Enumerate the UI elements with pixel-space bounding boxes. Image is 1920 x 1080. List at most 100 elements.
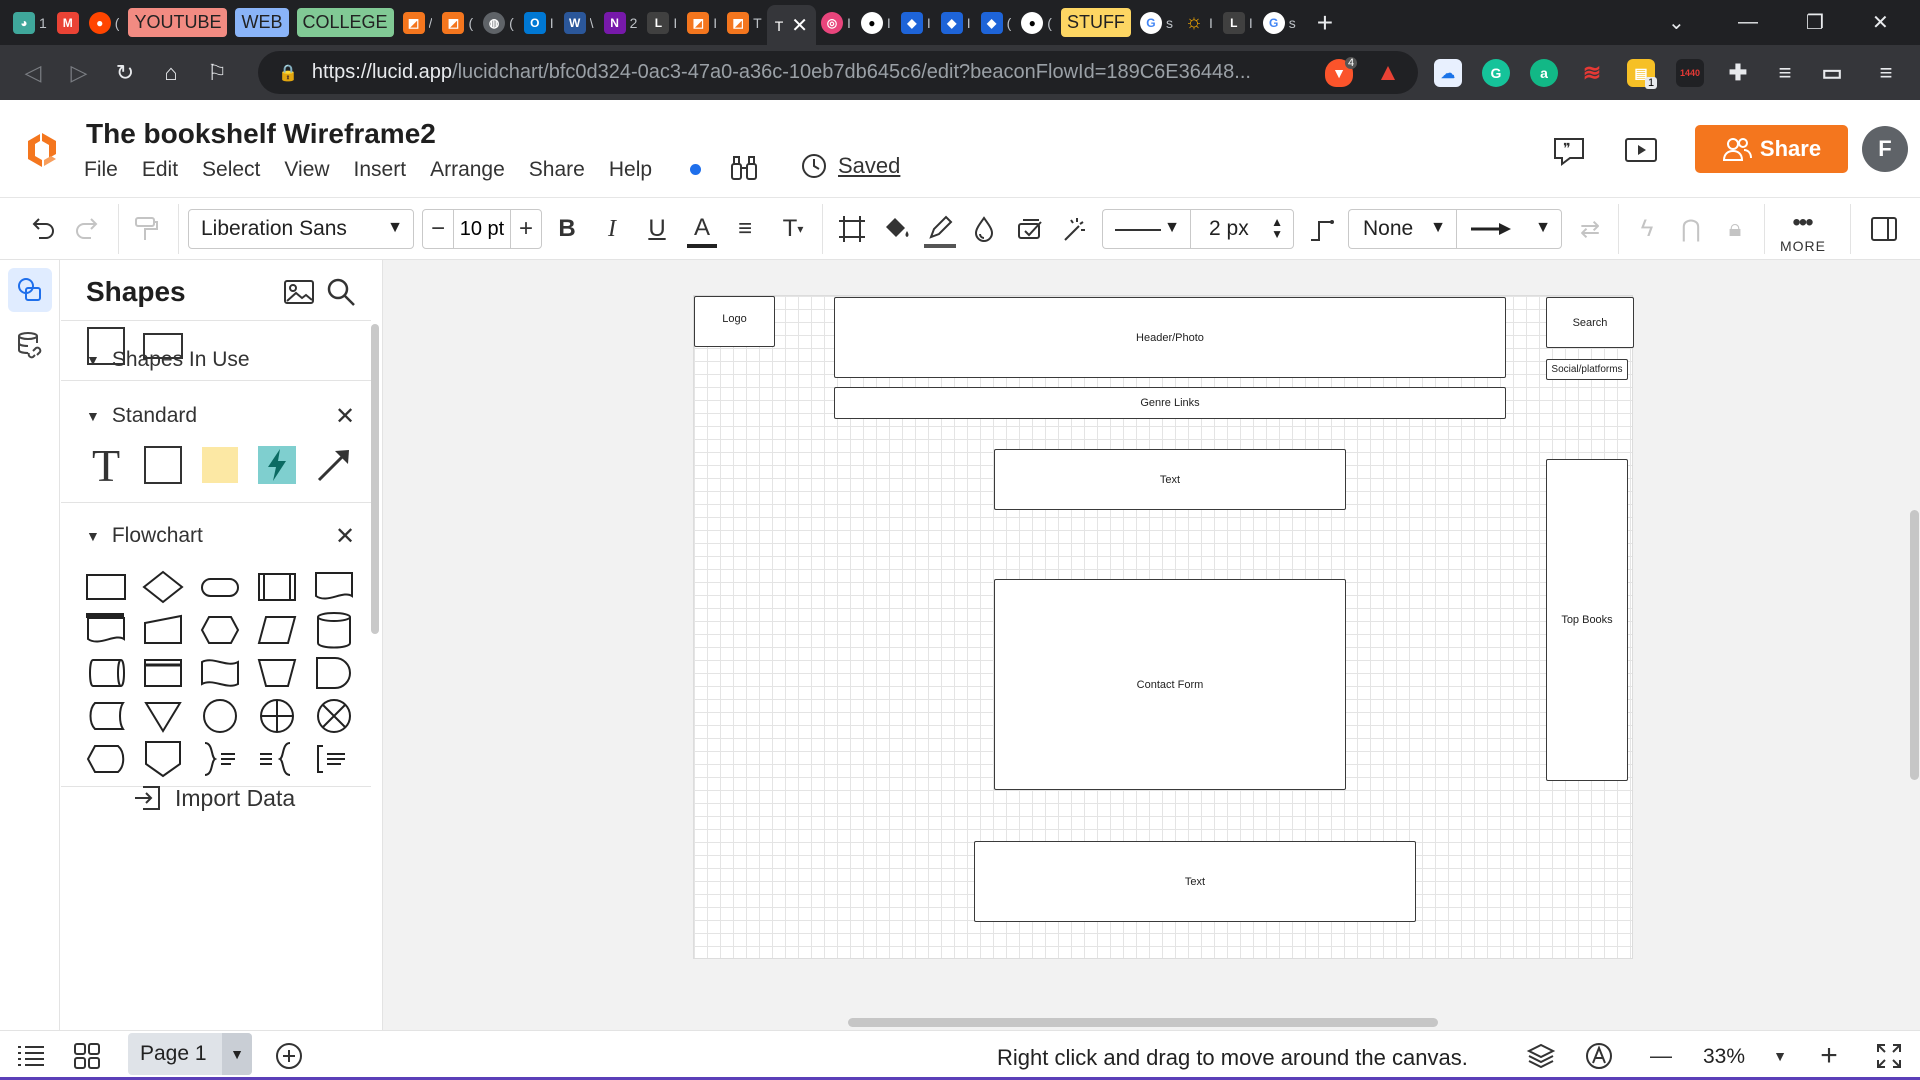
browser-tab[interactable]: ◩ I bbox=[682, 5, 722, 41]
wallet-icon[interactable]: ▭ bbox=[1818, 59, 1846, 87]
undo-icon[interactable] bbox=[24, 212, 60, 246]
close-section-icon[interactable]: ✕ bbox=[335, 402, 355, 431]
font-family-select[interactable]: Liberation Sans ▼ bbox=[188, 209, 414, 249]
flowchart-database[interactable] bbox=[313, 609, 355, 651]
align-icon[interactable]: ≡ bbox=[730, 212, 760, 246]
browser-tab[interactable]: ◆ I bbox=[896, 5, 936, 41]
flowchart-preparation[interactable] bbox=[199, 609, 241, 651]
document-title[interactable]: The bookshelf Wireframe2 bbox=[86, 118, 436, 150]
menu-file[interactable]: File bbox=[84, 158, 130, 182]
cloud-extension-icon[interactable]: ☁ bbox=[1434, 59, 1462, 87]
zoom-in-icon[interactable]: + bbox=[1812, 1039, 1846, 1072]
puzzle-icon[interactable]: ✚ bbox=[1724, 59, 1752, 87]
browser-tab[interactable]: M bbox=[52, 5, 84, 41]
arrow-shape-icon[interactable] bbox=[313, 444, 355, 486]
tab-group-youtube[interactable]: YOUTUBE bbox=[124, 5, 231, 41]
shape-block[interactable] bbox=[142, 444, 184, 486]
vertical-scrollbar[interactable] bbox=[1910, 510, 1919, 780]
connector-style-icon[interactable] bbox=[1306, 212, 1338, 246]
flowchart-predefined[interactable] bbox=[256, 566, 298, 608]
flowchart-delay[interactable] bbox=[313, 652, 355, 694]
playlist-icon[interactable]: ≡ bbox=[1771, 59, 1799, 87]
grammarly-icon[interactable]: G bbox=[1482, 59, 1510, 87]
more-label[interactable]: MORE bbox=[1780, 238, 1826, 254]
wireframe-text-1[interactable]: Text bbox=[994, 449, 1346, 510]
import-data-button[interactable]: Import Data bbox=[133, 784, 295, 812]
tab-search-chevron-icon[interactable]: ⌄ bbox=[1668, 0, 1685, 45]
browser-tab[interactable]: Gs bbox=[1135, 5, 1178, 41]
bookmark-icon[interactable]: ⚐ bbox=[194, 50, 240, 96]
increase-font-button[interactable]: + bbox=[511, 215, 541, 243]
panel-scrollbar[interactable] bbox=[371, 324, 379, 634]
address-bar[interactable]: 🔒 https://lucid.app/lucidchart/bfc0d324-… bbox=[258, 51, 1418, 94]
font-size-value[interactable]: 10 pt bbox=[453, 210, 511, 248]
wireframe-top-books[interactable]: Top Books bbox=[1546, 459, 1628, 781]
flowchart-stored-data[interactable] bbox=[85, 695, 127, 737]
flowchart-internal-storage[interactable] bbox=[142, 652, 184, 694]
zoom-caret-icon[interactable]: ▼ bbox=[1768, 1041, 1792, 1071]
horizontal-scrollbar[interactable] bbox=[848, 1018, 1438, 1027]
layers-icon[interactable] bbox=[1524, 1041, 1558, 1071]
decrease-font-button[interactable]: − bbox=[423, 215, 453, 243]
browser-tab[interactable]: ● I bbox=[856, 5, 896, 41]
binoculars-icon[interactable] bbox=[728, 152, 760, 184]
page-tab[interactable]: Page 1 ▼ bbox=[128, 1033, 252, 1075]
flowchart-off-page[interactable] bbox=[142, 738, 184, 780]
add-page-icon[interactable] bbox=[272, 1041, 306, 1071]
line-color-icon[interactable] bbox=[924, 212, 956, 248]
browser-tab[interactable]: ☼ I bbox=[1178, 5, 1218, 41]
tab-group-web[interactable]: WEB bbox=[231, 5, 292, 41]
browser-tab-active[interactable]: T ✕ bbox=[766, 4, 817, 47]
flowchart-document[interactable] bbox=[313, 566, 355, 608]
browser-tab[interactable]: N2 bbox=[599, 5, 643, 41]
swap-arrows-icon[interactable]: ⇄ bbox=[1574, 212, 1606, 246]
flowchart-summing-junction[interactable] bbox=[313, 695, 355, 737]
browser-tab[interactable]: OI bbox=[519, 5, 559, 41]
stack-extension-icon[interactable]: ≋ bbox=[1578, 59, 1606, 87]
shapes-rail-button[interactable] bbox=[8, 268, 52, 312]
flowchart-or[interactable] bbox=[256, 695, 298, 737]
flowchart-connector[interactable] bbox=[199, 695, 241, 737]
magic-wand-icon[interactable] bbox=[1058, 212, 1090, 246]
close-section-icon[interactable]: ✕ bbox=[335, 522, 355, 551]
url-text[interactable]: https://lucid.app/lucidchart/bfc0d324-0a… bbox=[312, 61, 1332, 84]
lucid-logo-icon[interactable] bbox=[22, 130, 62, 170]
flowchart-manual-operation[interactable] bbox=[256, 652, 298, 694]
close-tab-icon[interactable]: ✕ bbox=[791, 13, 808, 38]
menu-insert[interactable]: Insert bbox=[342, 158, 419, 182]
underline-icon[interactable]: U bbox=[642, 212, 672, 246]
zoom-out-icon[interactable]: — bbox=[1644, 1041, 1678, 1071]
browser-tab[interactable]: ◆( bbox=[976, 5, 1017, 41]
action-shape-icon[interactable] bbox=[256, 444, 298, 486]
home-icon[interactable]: ⌂ bbox=[148, 50, 194, 96]
menu-view[interactable]: View bbox=[272, 158, 341, 182]
flowchart-decision[interactable] bbox=[142, 566, 184, 608]
browser-tab[interactable]: ◕ 1 bbox=[8, 5, 52, 41]
wireframe-header[interactable]: Header/Photo bbox=[834, 297, 1506, 378]
flowchart-merge[interactable] bbox=[142, 695, 184, 737]
tab-group-stuff[interactable]: STUFF bbox=[1057, 5, 1135, 41]
save-status[interactable]: Saved bbox=[800, 152, 900, 180]
crop-icon[interactable] bbox=[836, 212, 868, 246]
browser-tab[interactable]: LI bbox=[642, 5, 682, 41]
browser-tab[interactable]: ◆ I bbox=[936, 5, 976, 41]
wireframe-contact-form[interactable]: Contact Form bbox=[994, 579, 1346, 790]
flowchart-data[interactable] bbox=[256, 609, 298, 651]
lock-icon[interactable]: 🔒︎ bbox=[1720, 212, 1750, 246]
text-color-icon[interactable]: A bbox=[687, 212, 717, 248]
reload-icon[interactable]: ↻ bbox=[102, 50, 148, 96]
flowchart-punched-tape[interactable] bbox=[199, 652, 241, 694]
accessibility-icon[interactable] bbox=[1582, 1041, 1616, 1071]
close-window-icon[interactable]: ✕ bbox=[1872, 0, 1889, 45]
flowchart-annotation-bracket[interactable] bbox=[313, 738, 355, 780]
browser-tab[interactable]: ◎ I bbox=[816, 5, 856, 41]
flowchart-terminator[interactable] bbox=[199, 566, 241, 608]
flowchart-annotation-brace-left[interactable] bbox=[256, 738, 298, 780]
opacity-icon[interactable] bbox=[968, 212, 1000, 246]
menu-edit[interactable]: Edit bbox=[130, 158, 190, 182]
browser-tab[interactable]: Gs bbox=[1258, 5, 1301, 41]
saved-label[interactable]: Saved bbox=[838, 153, 900, 179]
magnet-icon[interactable]: ⋂ bbox=[1676, 212, 1706, 246]
text-shape-icon[interactable]: T bbox=[85, 440, 127, 491]
shape-rectangle[interactable] bbox=[142, 325, 184, 367]
